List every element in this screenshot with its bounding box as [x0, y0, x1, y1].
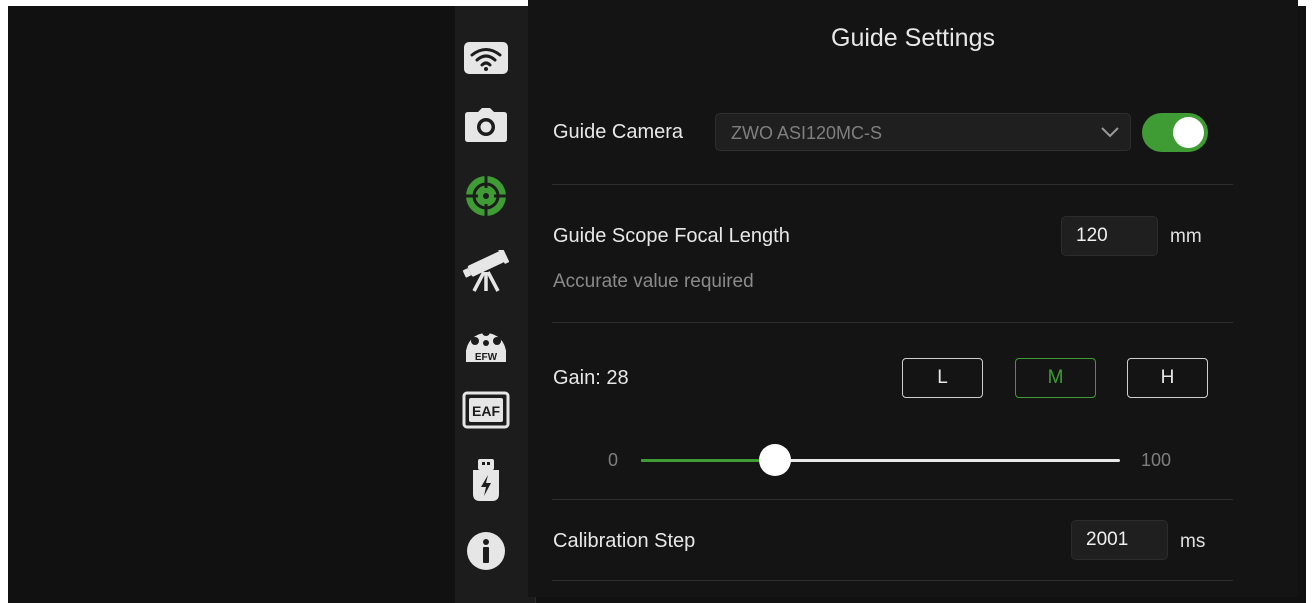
- calibration-step-input[interactable]: 2001: [1071, 520, 1168, 560]
- gain-preset-high-button[interactable]: H: [1127, 358, 1208, 398]
- divider: [552, 322, 1233, 323]
- efw-icon[interactable]: EFW: [462, 317, 510, 365]
- gain-label: Gain: 28: [553, 367, 629, 389]
- guide-settings-panel: Guide Settings Guide Camera ZWO ASI120MC…: [528, 0, 1298, 597]
- gain-slider-fill: [641, 459, 776, 462]
- usb-drive-icon[interactable]: [462, 456, 510, 504]
- gain-slider-track[interactable]: [641, 459, 1120, 462]
- preview-pane: [8, 6, 455, 603]
- guide-camera-label: Guide Camera: [553, 121, 684, 143]
- gain-preset-low-button[interactable]: L: [902, 358, 983, 398]
- guide-crosshair-icon[interactable]: [462, 172, 510, 220]
- icon-sidebar: [455, 6, 535, 603]
- gain-slider-thumb[interactable]: [759, 444, 792, 476]
- guide-camera-select[interactable]: ZWO ASI120MC-S: [715, 113, 1131, 151]
- telescope-icon[interactable]: [462, 247, 510, 295]
- eaf-label: EAF: [472, 403, 500, 419]
- efw-label: EFW: [475, 352, 498, 363]
- guide-camera-value: ZWO ASI120MC-S: [731, 123, 883, 143]
- chevron-down-icon: [1100, 125, 1120, 144]
- focal-length-input[interactable]: 120: [1061, 216, 1158, 256]
- gain-max-label: 100: [1141, 450, 1172, 470]
- focal-length-hint: Accurate value required: [553, 271, 754, 292]
- divider: [552, 580, 1233, 581]
- calibration-step-label: Calibration Step: [553, 530, 696, 552]
- focal-length-unit: mm: [1170, 226, 1202, 247]
- divider: [552, 499, 1233, 500]
- page-title: Guide Settings: [831, 24, 995, 52]
- eaf-icon[interactable]: EAF: [462, 386, 510, 434]
- focal-length-label: Guide Scope Focal Length: [553, 225, 790, 247]
- toggle-knob: [1173, 117, 1204, 148]
- wifi-icon[interactable]: [462, 34, 510, 82]
- info-icon[interactable]: [462, 527, 510, 575]
- calibration-step-unit: ms: [1180, 531, 1206, 552]
- gain-min-label: 0: [608, 450, 619, 470]
- guide-camera-toggle[interactable]: [1142, 113, 1208, 152]
- camera-icon[interactable]: [462, 101, 510, 149]
- divider: [552, 184, 1233, 185]
- gain-preset-medium-button[interactable]: M: [1015, 358, 1096, 398]
